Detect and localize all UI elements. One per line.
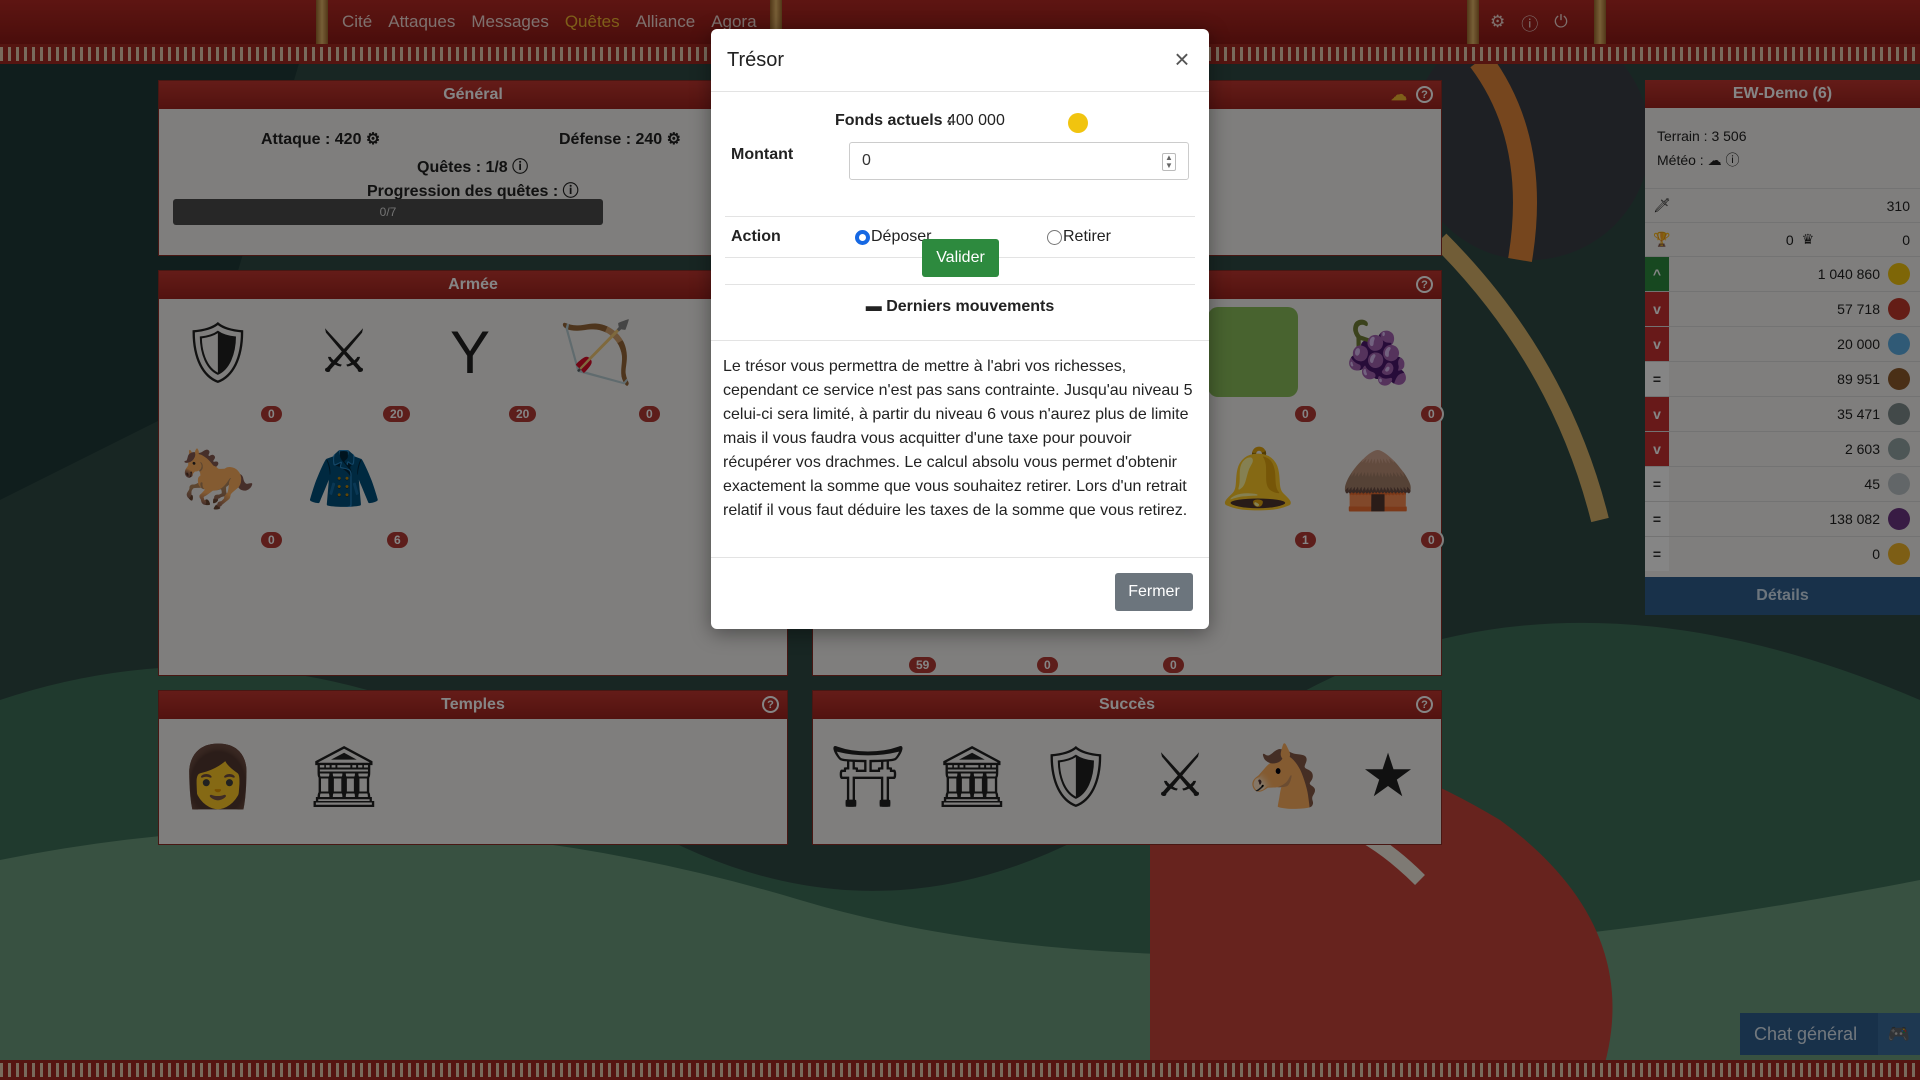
modal-title: Trésor xyxy=(727,48,785,71)
montant-label: Montant xyxy=(731,146,794,163)
retirer-radio[interactable] xyxy=(1047,230,1062,245)
modal-footer: Fermer xyxy=(711,557,1209,629)
valider-button[interactable]: Valider xyxy=(922,239,999,277)
number-stepper[interactable]: ▲ ▼ xyxy=(1162,153,1176,171)
chest-icon: ▬ xyxy=(865,298,882,315)
retirer-label[interactable]: Retirer xyxy=(1063,228,1111,246)
close-icon[interactable]: × xyxy=(1169,46,1195,73)
derniers-mouvements-toggle[interactable]: ▬ Derniers mouvements xyxy=(711,298,1209,316)
modal-header: Trésor xyxy=(711,29,1209,92)
montant-row: Fonds actuels : 400 000 Montant 0 ▲ ▼ xyxy=(725,92,1195,217)
divider xyxy=(711,340,1209,341)
fonds-value: 400 000 xyxy=(947,112,1005,129)
montant-input[interactable]: 0 ▲ ▼ xyxy=(849,142,1189,180)
fonds-label: Fonds actuels : xyxy=(835,112,953,129)
montant-value: 0 xyxy=(862,152,871,169)
tresor-description: Le trésor vous permettra de mettre à l'a… xyxy=(723,358,1193,519)
gold-coin-icon xyxy=(1068,113,1088,133)
fermer-button[interactable]: Fermer xyxy=(1115,573,1193,611)
divider xyxy=(725,284,1195,285)
action-label: Action xyxy=(731,228,781,245)
derniers-label: Derniers mouvements xyxy=(886,298,1055,315)
tresor-modal: Trésor × Fonds actuels : 400 000 Montant… xyxy=(711,29,1209,629)
fermer-label: Fermer xyxy=(1128,583,1180,600)
valider-label: Valider xyxy=(936,249,985,266)
deposer-radio[interactable] xyxy=(855,230,870,245)
